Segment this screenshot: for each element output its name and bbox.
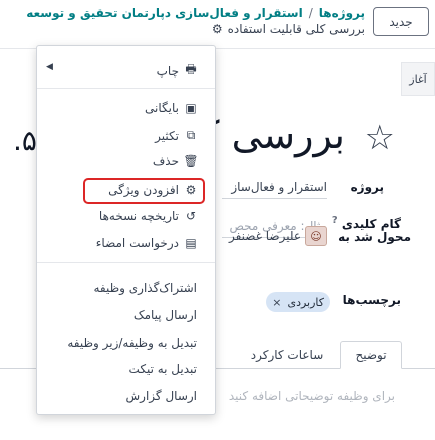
menu-item-version-history[interactable]: ↺ تاریخچه نسخه‌ها bbox=[99, 209, 197, 223]
menu-item-duplicate[interactable]: ⧉ تکثیر bbox=[155, 128, 197, 143]
breadcrumb: پروژه‌ها / استقرار و فعال‌سازی دپارتمان تح… bbox=[26, 6, 365, 20]
menu-item-delete-label: حذف bbox=[152, 154, 179, 168]
menu-item-delete[interactable]: 🗑 حذف bbox=[152, 154, 199, 168]
tab-timesheets[interactable]: ساعات کارکرد bbox=[237, 341, 337, 369]
copy-icon: ⧉ bbox=[186, 128, 196, 142]
file-signature-icon: ▤ bbox=[185, 236, 197, 250]
menu-item-share-task[interactable]: اشتراک‌گذاری وظیفه bbox=[93, 281, 197, 295]
menu-item-send-report[interactable]: ارسال گزارش bbox=[126, 389, 197, 403]
menu-item-request-signature[interactable]: ▤ درخواست امضاء bbox=[96, 236, 197, 250]
milestone-label: گام کلیدی ? bbox=[332, 215, 401, 231]
breadcrumb-project-link[interactable]: استقرار و فعال‌سازی دپارتمان تحقیق و توس… bbox=[26, 6, 302, 20]
milestone-label-text: گام کلیدی bbox=[341, 217, 401, 231]
history-icon: ↺ bbox=[185, 209, 197, 223]
help-icon[interactable]: ? bbox=[332, 215, 338, 226]
menu-divider bbox=[37, 262, 215, 263]
menu-item-archive[interactable]: ▣ بایگانی bbox=[145, 101, 197, 115]
caret-left-icon[interactable]: ◀ bbox=[46, 62, 53, 72]
assignee-field[interactable]: علیرضا غضنفر bbox=[229, 229, 301, 243]
menu-item-version-history-label: تاریخچه نسخه‌ها bbox=[98, 209, 179, 223]
tags-label: برچسب‌ها bbox=[342, 293, 401, 307]
menu-item-convert-ticket-label: تبدیل به تیکت bbox=[128, 362, 197, 376]
menu-item-send-sms[interactable]: ارسال پیامک bbox=[134, 308, 197, 322]
menu-divider bbox=[37, 88, 215, 89]
menu-item-duplicate-label: تکثیر bbox=[155, 128, 179, 143]
record-title-row: بررسی کلی قابلیت استفاده ⚙ bbox=[212, 22, 365, 36]
menu-item-send-sms-label: ارسال پیامک bbox=[133, 308, 197, 322]
menu-item-request-signature-label: درخواست امضاء bbox=[95, 236, 179, 250]
tag-badge: کاربردی × bbox=[266, 292, 330, 312]
menu-item-send-report-label: ارسال گزارش bbox=[125, 389, 197, 403]
menu-item-archive-label: بایگانی bbox=[145, 101, 179, 115]
archive-icon: ▣ bbox=[185, 101, 197, 115]
project-label: پروژه bbox=[350, 180, 384, 194]
menu-item-convert-ticket[interactable]: تبدیل به تیکت bbox=[129, 362, 197, 376]
stage-start-button[interactable]: آغاز bbox=[401, 62, 435, 96]
avatar: ☺ bbox=[305, 226, 327, 246]
star-icon[interactable]: ☆ bbox=[365, 118, 395, 158]
highlight-box bbox=[83, 178, 205, 204]
menu-item-print[interactable]: 🖶 چاپ bbox=[157, 60, 197, 81]
menu-item-share-task-label: اشتراک‌گذاری وظیفه bbox=[93, 281, 197, 295]
tab-description[interactable]: توضیح bbox=[340, 341, 402, 369]
trash-icon: 🗑 bbox=[183, 154, 199, 168]
menu-item-convert-subtask[interactable]: تبدیل به وظیفه/زیر وظیفه bbox=[67, 336, 197, 350]
description-editor[interactable]: برای وظیفه توضیحاتی اضافه کنید bbox=[229, 389, 395, 403]
gear-icon[interactable]: ⚙ bbox=[212, 22, 223, 36]
tag-remove-icon[interactable]: × bbox=[272, 296, 281, 309]
assignee-label: محول شد به bbox=[338, 230, 411, 244]
new-button[interactable]: جدید bbox=[373, 7, 429, 36]
actions-dropdown-menu: ◀ 🖶 چاپ ▣ بایگانی ⧉ تکثیر 🗑 حذف ⚙ افزودن… bbox=[36, 45, 216, 415]
clipped-text: ۵. bbox=[13, 124, 37, 157]
project-underline bbox=[222, 198, 327, 199]
record-title: بررسی کلی قابلیت استفاده bbox=[227, 22, 365, 36]
breadcrumb-separator: / bbox=[308, 6, 313, 20]
menu-item-convert-subtask-label: تبدیل به وظیفه/زیر وظیفه bbox=[67, 336, 197, 350]
tag-label: کاربردی bbox=[287, 295, 324, 309]
menu-item-print-label: چاپ bbox=[156, 63, 179, 78]
printer-icon: 🖶 bbox=[185, 62, 197, 76]
breadcrumb-projects-link[interactable]: پروژه‌ها bbox=[319, 6, 365, 20]
project-field[interactable]: استقرار و فعال‌ساز bbox=[231, 180, 327, 194]
